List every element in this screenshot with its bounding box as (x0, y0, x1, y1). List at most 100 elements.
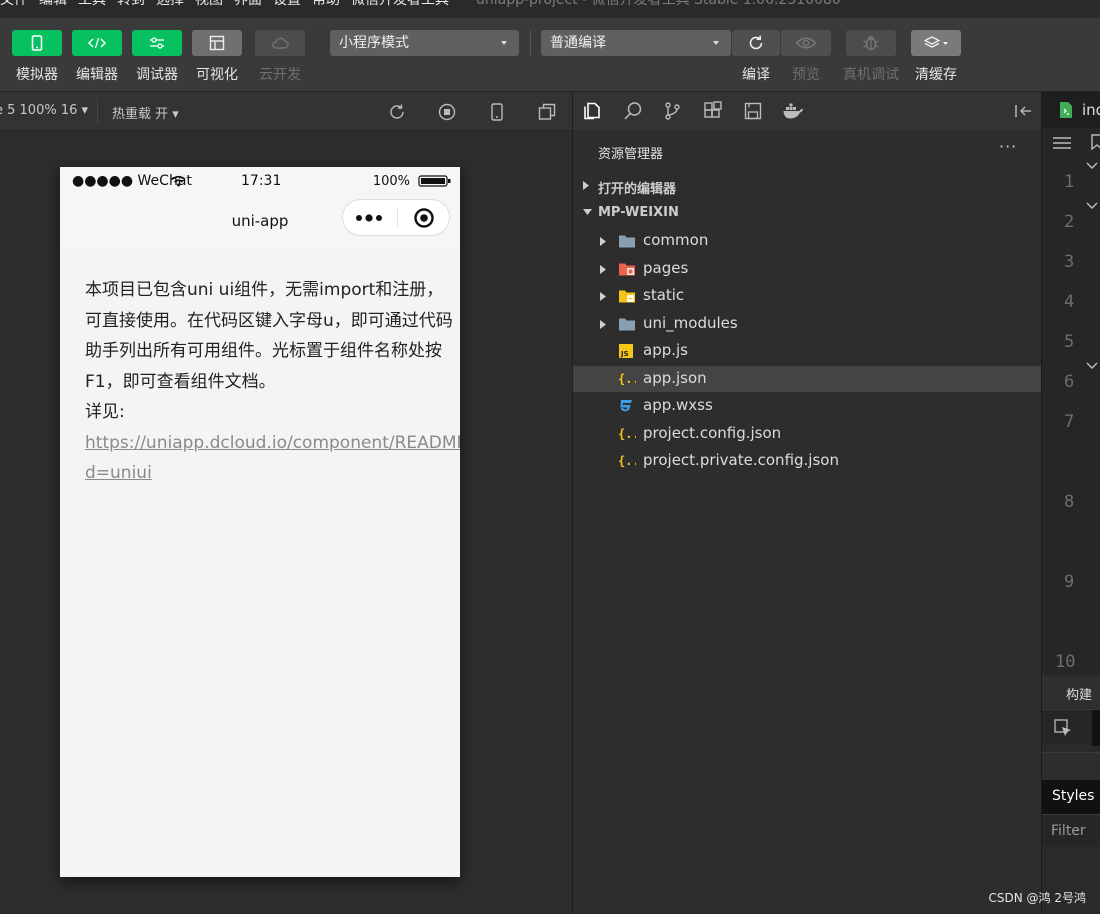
search-tab[interactable] (622, 100, 644, 122)
remote-debug-button[interactable] (846, 30, 896, 56)
menu-select[interactable]: 选择 (156, 0, 184, 8)
chevron-down-icon (501, 41, 507, 45)
menu-settings[interactable]: 设置 (273, 0, 301, 8)
file-tree-label: app.json (643, 368, 707, 387)
files-tab[interactable] (581, 100, 603, 122)
explorer-title: 资源管理器 (598, 147, 664, 162)
line-number: 2 (1064, 212, 1075, 232)
line-number: 9 (1064, 572, 1075, 592)
code-editor-pane: index 1 2 3 4 5 6 7 8 9 10 构建 Styles Fil… (1041, 92, 1100, 914)
stop-button[interactable] (437, 102, 457, 122)
more-dots-icon[interactable] (355, 213, 385, 223)
editor-label: 编辑器 (76, 67, 118, 83)
js-file-icon: JS (619, 344, 633, 358)
cloud-button[interactable] (255, 30, 305, 56)
cloud-label: 云开发 (259, 67, 301, 83)
git-branch-icon (665, 102, 680, 120)
folder-icon (619, 235, 635, 248)
hot-reload-toggle[interactable]: 热重载 开 ▾ (112, 103, 179, 122)
detail-link[interactable]: https://uniapp.dcloud.io/component/READM… (85, 428, 460, 489)
inspector-tab-edge (1092, 710, 1100, 746)
menu-edit[interactable]: 编辑 (39, 0, 67, 8)
visual-button[interactable] (192, 30, 242, 56)
menu-help[interactable]: 帮助 (312, 0, 340, 8)
docker-tab[interactable] (782, 100, 804, 122)
build-tab[interactable]: 构建 (1042, 676, 1100, 708)
styles-filter-input[interactable]: Filter (1042, 814, 1100, 846)
menu-interface[interactable]: 界面 (234, 0, 262, 8)
line-number: 1 (1064, 172, 1075, 192)
device-select[interactable]: e 5 100% 16 ▾ (0, 103, 88, 118)
mode-select[interactable]: 小程序模式 (330, 30, 519, 56)
file-tree-label: pages (643, 258, 689, 277)
battery-icon (418, 175, 451, 187)
line-number: 10 (1055, 652, 1076, 672)
file-icon (1060, 102, 1072, 118)
extensions-tab[interactable] (702, 100, 724, 122)
fold-chevron-icon[interactable] (1086, 362, 1098, 370)
menu-view[interactable]: 视图 (195, 0, 223, 8)
file-tree-item[interactable]: {..} app.json (573, 365, 1041, 392)
phone-screen[interactable]: ●●●●● WeChat 17:31 100% uni-app 本项目已包含un… (60, 167, 460, 877)
menu-file[interactable]: 文件 (0, 0, 28, 8)
menu-goto[interactable]: 转到 (117, 0, 145, 8)
file-tree-label: static (643, 286, 685, 304)
visual-label: 可视化 (196, 67, 238, 83)
file-tree-item[interactable]: common (573, 228, 1041, 254)
stop-icon (438, 103, 456, 121)
folder-icon (619, 318, 635, 330)
popout-button[interactable] (537, 102, 557, 122)
json-file-icon: {..} (618, 427, 636, 441)
page-content: 本项目已包含uni ui组件，无需import和注册，可直接使用。在代码区键入字… (85, 275, 460, 489)
editor-tab[interactable]: index (1042, 92, 1100, 128)
file-tree-item[interactable]: {..} project.config.json (573, 421, 1041, 447)
file-tree-item[interactable]: JS app.js (573, 338, 1041, 364)
more-actions-button[interactable]: ··· (999, 137, 1017, 156)
open-editors-section[interactable]: 打开的编辑器 (573, 174, 1041, 198)
activity-bar (573, 92, 1041, 130)
toolbar-divider (530, 30, 531, 56)
inspect-cursor-icon[interactable] (1054, 719, 1072, 737)
project-section[interactable]: MP-WEIXIN (573, 201, 1041, 225)
list-icon[interactable] (1053, 136, 1071, 150)
inspector-toolbar (1042, 709, 1100, 746)
close-target-icon[interactable] (413, 207, 435, 229)
line-number: 5 (1064, 332, 1075, 352)
folder-icon (619, 290, 635, 303)
simulator-button[interactable] (12, 30, 62, 56)
status-bar: ●●●●● WeChat 17:31 100% (60, 167, 460, 195)
fold-chevron-icon[interactable] (1086, 162, 1098, 170)
collapse-panel-button[interactable] (1012, 100, 1034, 122)
menu-tools[interactable]: 工具 (78, 0, 106, 8)
chevron-right-icon (600, 319, 606, 329)
simulator-toolbar: e 5 100% 16 ▾ 热重载 开 ▾ (0, 92, 572, 131)
sliders-icon (150, 37, 164, 49)
compile-select[interactable]: 普通编译 (541, 30, 731, 56)
bookmark-icon[interactable] (1091, 134, 1100, 150)
folder-icon (619, 263, 635, 275)
status-time: 17:31 (241, 173, 282, 189)
file-tree-item[interactable]: app.wxss (573, 393, 1041, 419)
rotate-button[interactable] (387, 102, 407, 122)
open-editors-label: 打开的编辑器 (598, 182, 677, 197)
line-number: 4 (1064, 292, 1075, 312)
git-tab[interactable] (662, 100, 684, 122)
editor-tab-label: index (1082, 101, 1100, 119)
capsule-divider (397, 209, 398, 227)
line-number: 8 (1064, 492, 1075, 512)
file-tree-item[interactable]: static (573, 283, 1041, 309)
menu-devtools[interactable]: 微信开发者工具 (351, 0, 449, 8)
chevron-right-icon (600, 292, 606, 301)
compile-button[interactable] (732, 30, 780, 56)
file-tree-item[interactable]: uni_modules (573, 311, 1041, 337)
file-tree-item[interactable]: pages (573, 256, 1041, 282)
styles-tab[interactable]: Styles (1042, 780, 1100, 814)
preview-button[interactable] (781, 30, 831, 56)
clear-cache-button[interactable] (911, 30, 961, 56)
editor-button[interactable] (72, 30, 122, 56)
device-button[interactable] (487, 102, 507, 122)
file-tree-item[interactable]: {..} project.private.config.json (573, 448, 1041, 474)
save-tab[interactable] (742, 100, 764, 122)
fold-chevron-icon[interactable] (1086, 202, 1098, 210)
debugger-button[interactable] (132, 30, 182, 56)
